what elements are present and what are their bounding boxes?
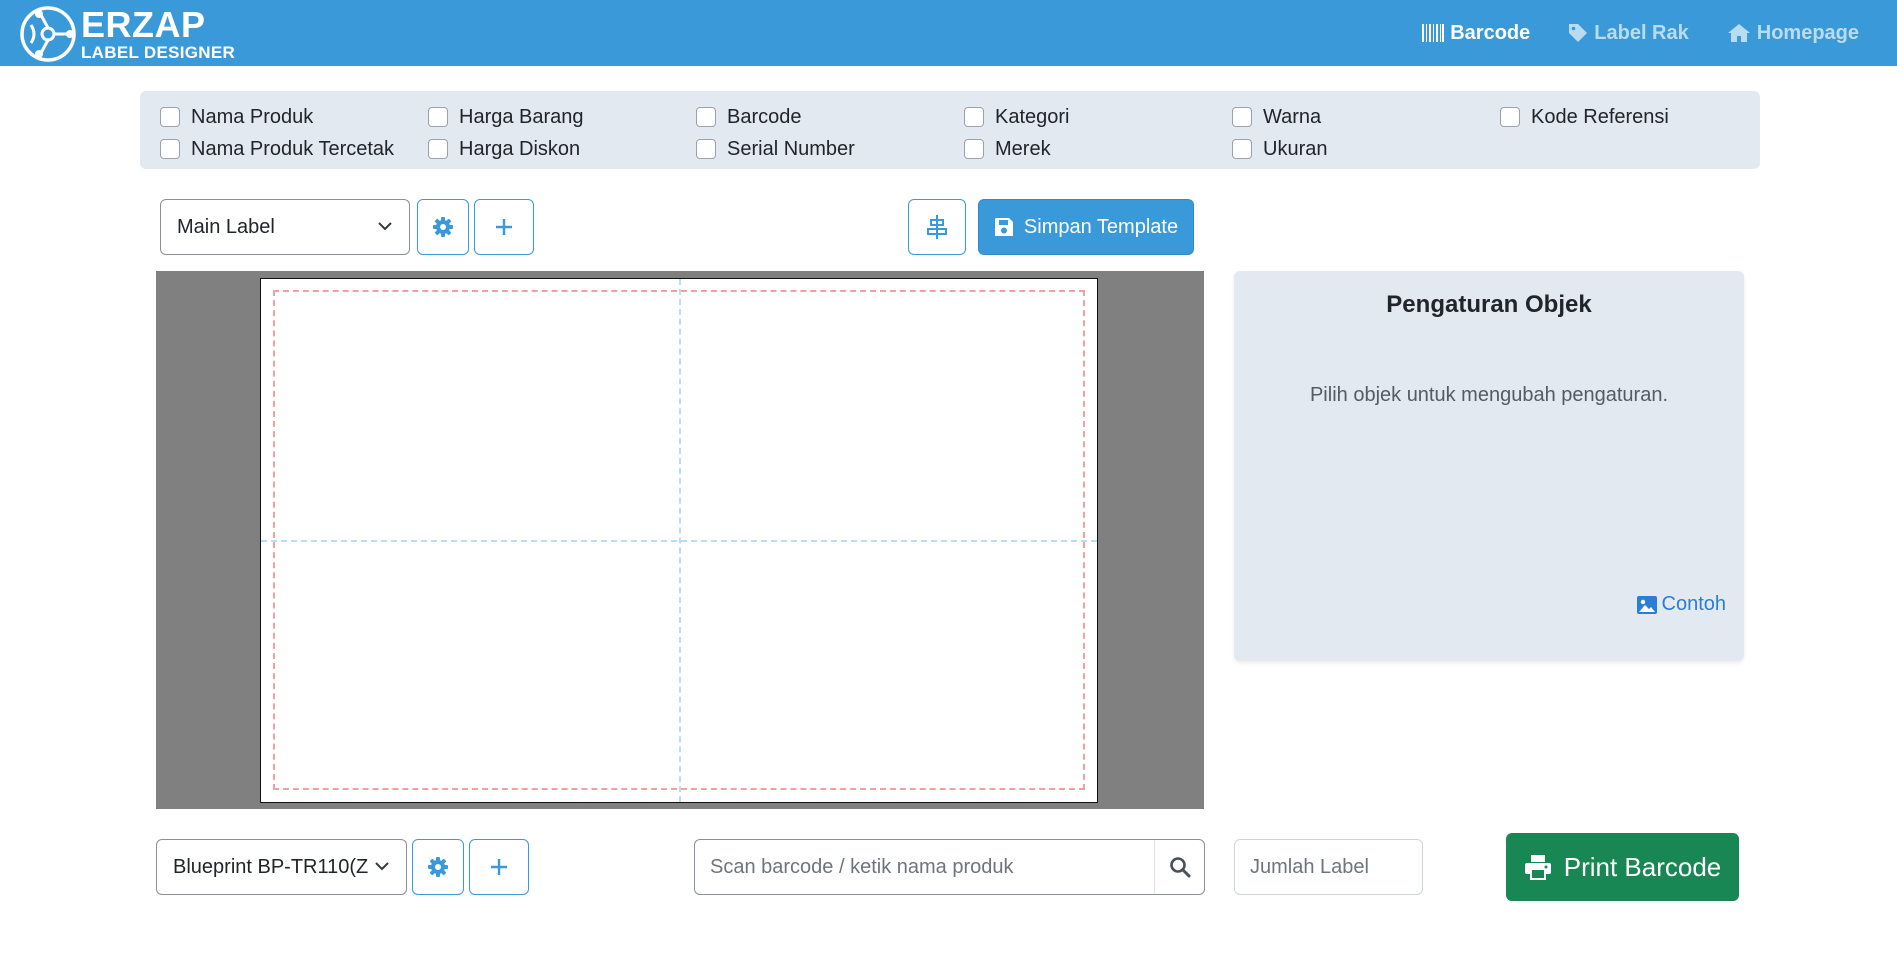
field-option-label: Kategori <box>995 105 1070 128</box>
field-option[interactable]: Kode Referensi <box>1500 101 1669 133</box>
field-option[interactable]: Serial Number <box>696 133 855 165</box>
printer-select-value: Blueprint BP-TR110(Z <box>173 855 369 878</box>
checkbox[interactable] <box>696 107 716 127</box>
gear-icon <box>428 857 448 877</box>
design-canvas-area[interactable] <box>156 271 1204 809</box>
field-option[interactable]: Ukuran <box>1232 133 1327 165</box>
checkbox[interactable] <box>428 139 448 159</box>
field-column: Harga Barang Harga Diskon <box>428 101 584 165</box>
printer-icon <box>1524 855 1551 880</box>
add-label-button[interactable] <box>474 199 534 255</box>
field-options-panel: Nama Produk Nama Produk Tercetak Harga B… <box>140 91 1760 169</box>
logo-subtitle: LABEL DESIGNER <box>81 43 236 62</box>
field-option-label: Harga Diskon <box>459 137 581 160</box>
field-column: Barcode Serial Number <box>696 101 855 165</box>
top-navbar: ERZAP LABEL DESIGNER Barcode Label Rak H… <box>0 0 1897 66</box>
label-paper[interactable] <box>260 278 1098 803</box>
search-icon <box>1170 857 1191 878</box>
checkbox[interactable] <box>1232 139 1252 159</box>
app-logo[interactable]: ERZAP LABEL DESIGNER <box>19 5 235 63</box>
field-option-label: Nama Produk Tercetak <box>191 137 395 160</box>
field-option[interactable]: Harga Barang <box>428 101 584 133</box>
home-icon <box>1727 24 1750 42</box>
plus-icon <box>491 859 507 875</box>
horizontal-center-guide <box>261 540 1097 542</box>
nav-homepage[interactable]: Homepage <box>1727 22 1859 45</box>
save-template-button[interactable]: Simpan Template <box>978 199 1194 255</box>
nav-barcode-label: Barcode <box>1450 21 1531 44</box>
settings-hint: Pilih objek untuk mengubah pengaturan. <box>1309 384 1669 406</box>
example-link-label: Contoh <box>1661 593 1727 615</box>
product-search-group <box>694 839 1205 895</box>
field-option[interactable]: Barcode <box>696 101 855 133</box>
align-center-button[interactable] <box>908 199 966 255</box>
checkbox[interactable] <box>428 107 448 127</box>
nav-barcode[interactable]: Barcode <box>1422 22 1530 45</box>
main-nav: Barcode Label Rak Homepage <box>1422 0 1897 66</box>
label-quantity-input[interactable] <box>1234 839 1423 895</box>
field-option[interactable]: Warna <box>1232 101 1327 133</box>
save-template-label: Simpan Template <box>1023 215 1179 238</box>
erzap-logo-icon <box>20 6 76 62</box>
checkbox[interactable] <box>160 107 180 127</box>
field-option-label: Barcode <box>727 105 802 128</box>
label-select-value: Main Label <box>177 215 275 238</box>
checkbox[interactable] <box>160 139 180 159</box>
floppy-disk-icon <box>994 218 1013 236</box>
field-column: Kode Referensi <box>1500 101 1669 133</box>
print-barcode-button[interactable]: Print Barcode <box>1506 833 1739 901</box>
gear-icon <box>433 217 453 237</box>
settings-title: Pengaturan Objek <box>1386 291 1592 318</box>
checkbox[interactable] <box>964 139 984 159</box>
field-option[interactable]: Merek <box>964 133 1070 165</box>
field-option-label: Kode Referensi <box>1531 105 1669 128</box>
example-link[interactable]: Contoh <box>1636 593 1727 616</box>
checkbox[interactable] <box>696 139 716 159</box>
nav-homepage-label: Homepage <box>1756 21 1859 44</box>
field-option-label: Ukuran <box>1263 137 1328 160</box>
field-option-label: Merek <box>995 137 1051 160</box>
object-settings-panel: Pengaturan Objek Pilih objek untuk mengu… <box>1234 271 1744 661</box>
label-settings-button[interactable] <box>417 199 469 255</box>
print-barcode-label: Print Barcode <box>1563 851 1722 882</box>
field-option[interactable]: Kategori <box>964 101 1070 133</box>
chevron-down-icon <box>375 862 389 871</box>
barcode-icon <box>1422 24 1445 42</box>
nav-label-rak[interactable]: Label Rak <box>1568 21 1689 45</box>
checkbox[interactable] <box>1500 107 1520 127</box>
add-printer-button[interactable] <box>469 839 529 895</box>
chevron-down-icon <box>378 222 392 231</box>
product-search-input[interactable] <box>695 840 1155 894</box>
tag-icon <box>1569 24 1588 42</box>
field-option[interactable]: Harga Diskon <box>428 133 584 165</box>
label-select[interactable]: Main Label <box>160 199 410 255</box>
printer-select[interactable]: Blueprint BP-TR110(Z <box>156 839 407 895</box>
field-option-label: Serial Number <box>727 137 855 160</box>
printer-settings-button[interactable] <box>412 839 464 895</box>
checkbox[interactable] <box>1232 107 1252 127</box>
field-column: Warna Ukuran <box>1232 101 1327 165</box>
field-option-label: Harga Barang <box>459 105 584 128</box>
field-column: Kategori Merek <box>964 101 1070 165</box>
plus-icon <box>496 219 512 235</box>
checkbox[interactable] <box>964 107 984 127</box>
nav-label-rak-label: Label Rak <box>1594 21 1689 44</box>
field-option[interactable]: Nama Produk Tercetak <box>160 133 394 165</box>
image-icon <box>1636 595 1657 614</box>
search-button[interactable] <box>1155 840 1205 894</box>
field-option-label: Warna <box>1263 105 1322 128</box>
field-option-label: Nama Produk <box>191 105 314 128</box>
align-center-icon <box>927 215 947 239</box>
field-column: Nama Produk Nama Produk Tercetak <box>160 101 394 165</box>
field-option[interactable]: Nama Produk <box>160 101 394 133</box>
logo-title: ERZAP <box>81 4 206 45</box>
